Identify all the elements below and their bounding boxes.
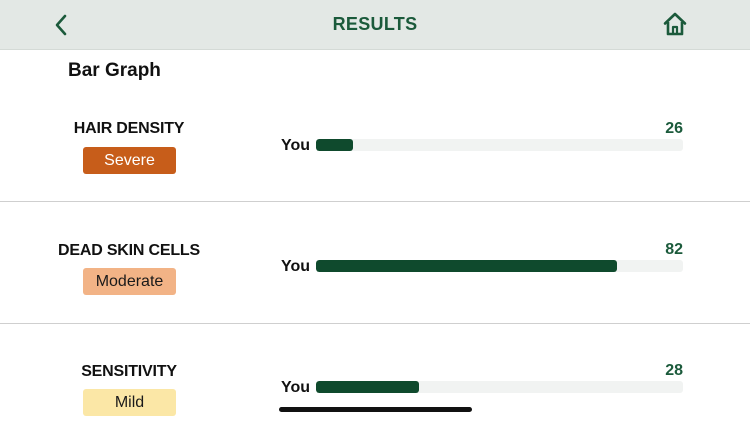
score-value: 82	[665, 241, 683, 258]
score-bar-fill	[316, 260, 617, 272]
score-bar-fill	[316, 381, 419, 393]
home-icon	[663, 12, 687, 36]
metric-name: SENSITIVITY	[81, 363, 177, 380]
top-nav-bar: RESULTS	[0, 0, 750, 50]
score-value: 28	[665, 362, 683, 379]
home-button[interactable]	[660, 10, 690, 38]
you-label: You	[281, 379, 311, 396]
page-title: RESULTS	[332, 14, 418, 34]
score-bar-track	[316, 381, 683, 393]
section-title: Bar Graph	[68, 60, 161, 81]
score-bar-track	[316, 139, 683, 151]
you-label: You	[281, 258, 311, 275]
score-bar-fill	[316, 139, 353, 151]
metric-name: DEAD SKIN CELLS	[58, 242, 200, 259]
results-screen: RESULTS Bar Graph HAIR DENSITY Severe Yo…	[0, 0, 750, 422]
row-divider	[0, 201, 750, 202]
score-bar-track	[316, 260, 683, 272]
home-indicator[interactable]	[279, 407, 472, 412]
you-label: You	[281, 137, 311, 154]
severity-badge: Mild	[83, 389, 176, 416]
row-divider	[0, 323, 750, 324]
severity-badge: Severe	[83, 147, 176, 174]
severity-badge: Moderate	[83, 268, 176, 295]
metric-name: HAIR DENSITY	[73, 120, 185, 137]
score-value: 26	[665, 120, 683, 137]
